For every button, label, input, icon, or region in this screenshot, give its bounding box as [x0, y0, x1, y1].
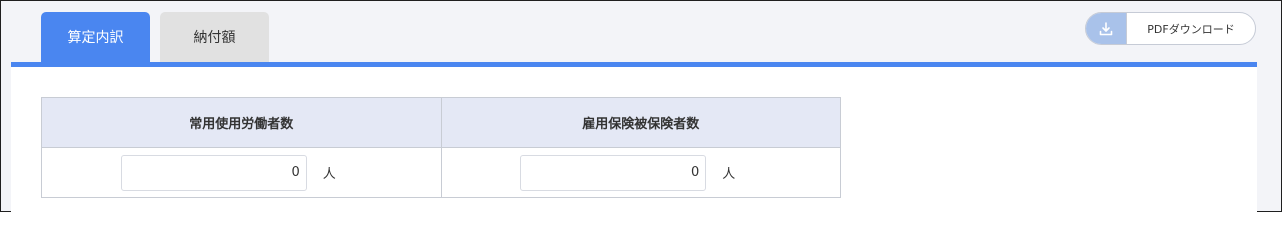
window-frame: 算定内訳 納付額 PDFダウンロード 常用使用労働者数 雇用保険被保険者数 人 — [0, 0, 1282, 213]
tab-payment-amount[interactable]: 納付額 — [160, 12, 269, 62]
unit-label: 人 — [722, 167, 736, 182]
tab-label: 算定内訳 — [67, 30, 124, 46]
unit-label: 人 — [322, 167, 336, 182]
header-insured-workers: 雇用保険被保険者数 — [440, 97, 841, 148]
table-header-row: 常用使用労働者数 雇用保険被保険者数 — [41, 97, 841, 148]
download-icon — [1086, 13, 1127, 44]
tab-calculation-breakdown[interactable]: 算定内訳 — [41, 12, 150, 62]
cell-insured-workers: 人 — [440, 147, 841, 198]
regular-workers-input[interactable] — [120, 154, 307, 191]
pdf-download-button[interactable]: PDFダウンロード — [1085, 12, 1256, 45]
cell-regular-workers: 人 — [41, 147, 442, 198]
tab-label: 納付額 — [193, 30, 236, 46]
header-regular-workers: 常用使用労働者数 — [41, 97, 442, 148]
worker-count-table: 常用使用労働者数 雇用保険被保険者数 人 人 — [41, 97, 841, 198]
pdf-download-label: PDFダウンロード — [1147, 22, 1235, 36]
insured-workers-input[interactable] — [520, 154, 707, 191]
table-row: 人 人 — [41, 147, 841, 198]
